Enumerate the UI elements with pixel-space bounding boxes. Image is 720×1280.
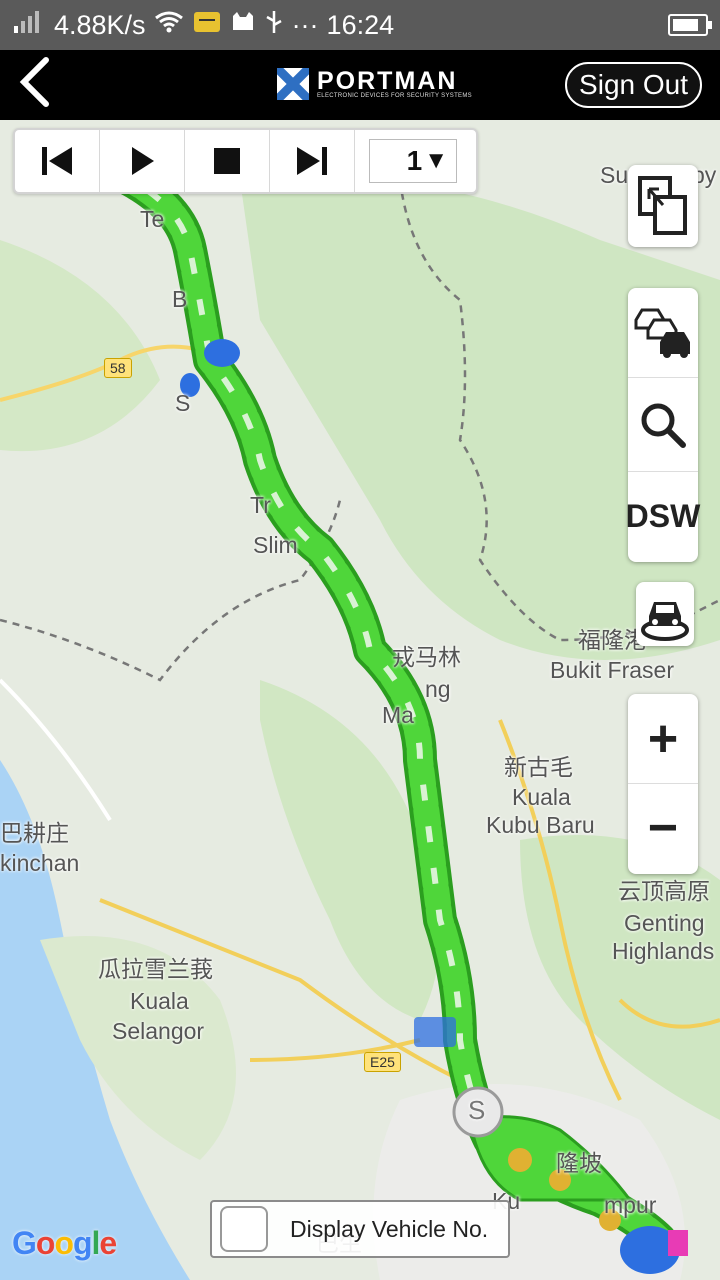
zoom-in-button[interactable]: +	[628, 694, 698, 784]
display-vehicle-checkbox[interactable]	[220, 1206, 268, 1252]
map-label: 云顶高原	[618, 878, 710, 904]
usb-icon	[264, 9, 284, 42]
start-marker[interactable]: S	[468, 1095, 485, 1125]
map-tools-panel: DSW	[626, 288, 701, 562]
stop-icon	[214, 148, 240, 174]
sign-out-button[interactable]: Sign Out	[565, 62, 702, 108]
map-label: Su	[600, 162, 629, 188]
map-label: ng	[425, 676, 451, 702]
copy-window-icon	[638, 176, 687, 235]
skip-to-end-button[interactable]	[270, 130, 355, 192]
search-button[interactable]	[628, 378, 698, 472]
map-label: 巴耕庄	[0, 820, 69, 846]
map-label: Kubu Baru	[486, 812, 595, 838]
map-label: B	[172, 286, 188, 312]
map-label: Selangor	[112, 1018, 205, 1044]
logo-mark-icon	[277, 68, 309, 100]
map-view[interactable]: S Su py Te B S Tr Slim 福隆港 Bukit Fraser …	[0, 120, 720, 1280]
back-button[interactable]	[14, 56, 64, 114]
play-button[interactable]	[100, 130, 185, 192]
map-label: 戎马林	[392, 644, 461, 670]
search-icon	[641, 403, 686, 448]
clock: 16:24	[326, 9, 395, 40]
map-label: Highlands	[612, 938, 715, 964]
road-shield-58: 58	[104, 358, 132, 378]
google-logo: Google	[12, 1225, 117, 1261]
map-label: S	[175, 390, 191, 416]
map-label: Slim	[253, 532, 298, 558]
brand-tagline: ELECTRONIC DEVICES FOR SECURITY SYSTEMS	[317, 93, 472, 99]
zoom-controls: + −	[628, 694, 698, 874]
display-vehicle-label: Display Vehicle No.	[290, 1215, 489, 1242]
map-label: Genting	[624, 910, 705, 936]
chevron-left-icon	[19, 57, 49, 107]
signal-icon	[12, 9, 46, 42]
network-speed: 4.88K/s	[54, 9, 146, 40]
cat-icon	[230, 10, 256, 41]
map-label: Kuala	[512, 784, 571, 810]
brand-name: PORTMAN	[317, 67, 458, 95]
road-shield-e25: E25	[364, 1052, 401, 1072]
map-label: Kuala	[130, 988, 189, 1014]
map-label: Te	[140, 206, 165, 232]
map-canvas	[0, 153, 720, 1280]
skip-to-start-button[interactable]	[15, 130, 100, 192]
display-vehicle-no-toggle[interactable]: Display Vehicle No.	[210, 1200, 510, 1258]
playback-toolbar: 1 ▼	[13, 128, 478, 194]
status-bar: 4.88K/s ··· 16:24	[0, 0, 720, 50]
map-label: Tr	[250, 492, 271, 518]
wifi-icon	[154, 10, 184, 41]
map-label: kinchan	[0, 850, 80, 876]
brand-logo: PORTMAN ELECTRONIC DEVICES FOR SECURITY …	[277, 68, 472, 100]
speed-value: 1	[406, 145, 423, 176]
playback-speed-select[interactable]: 1 ▼	[369, 139, 457, 183]
map-label: 隆坡	[556, 1150, 602, 1176]
skip-next-icon	[297, 147, 327, 175]
app-header: PORTMAN ELECTRONIC DEVICES FOR SECURITY …	[0, 50, 720, 120]
skip-previous-icon	[42, 147, 72, 175]
map-label: 瓜拉雪兰莪	[98, 956, 213, 982]
copy-map-button[interactable]	[628, 165, 698, 247]
zoom-out-button[interactable]: −	[628, 784, 698, 872]
stop-button[interactable]	[185, 130, 270, 192]
follow-vehicle-button[interactable]	[636, 582, 694, 646]
vehicles-list-button[interactable]	[628, 288, 698, 378]
dsw-button[interactable]: DSW	[626, 472, 701, 560]
more-notifications: ···	[291, 9, 319, 40]
weather-icon	[192, 10, 222, 41]
map-label: mpur	[604, 1192, 657, 1218]
play-icon	[132, 147, 154, 175]
battery-icon	[668, 14, 712, 36]
vehicles-icon	[634, 308, 690, 358]
dropdown-arrow-icon: ▼	[424, 147, 448, 174]
vehicle-location-icon	[641, 602, 689, 641]
map-label: Bukit Fraser	[550, 657, 674, 683]
map-label: 新古毛	[504, 754, 573, 780]
map-label: Ma	[382, 702, 414, 728]
